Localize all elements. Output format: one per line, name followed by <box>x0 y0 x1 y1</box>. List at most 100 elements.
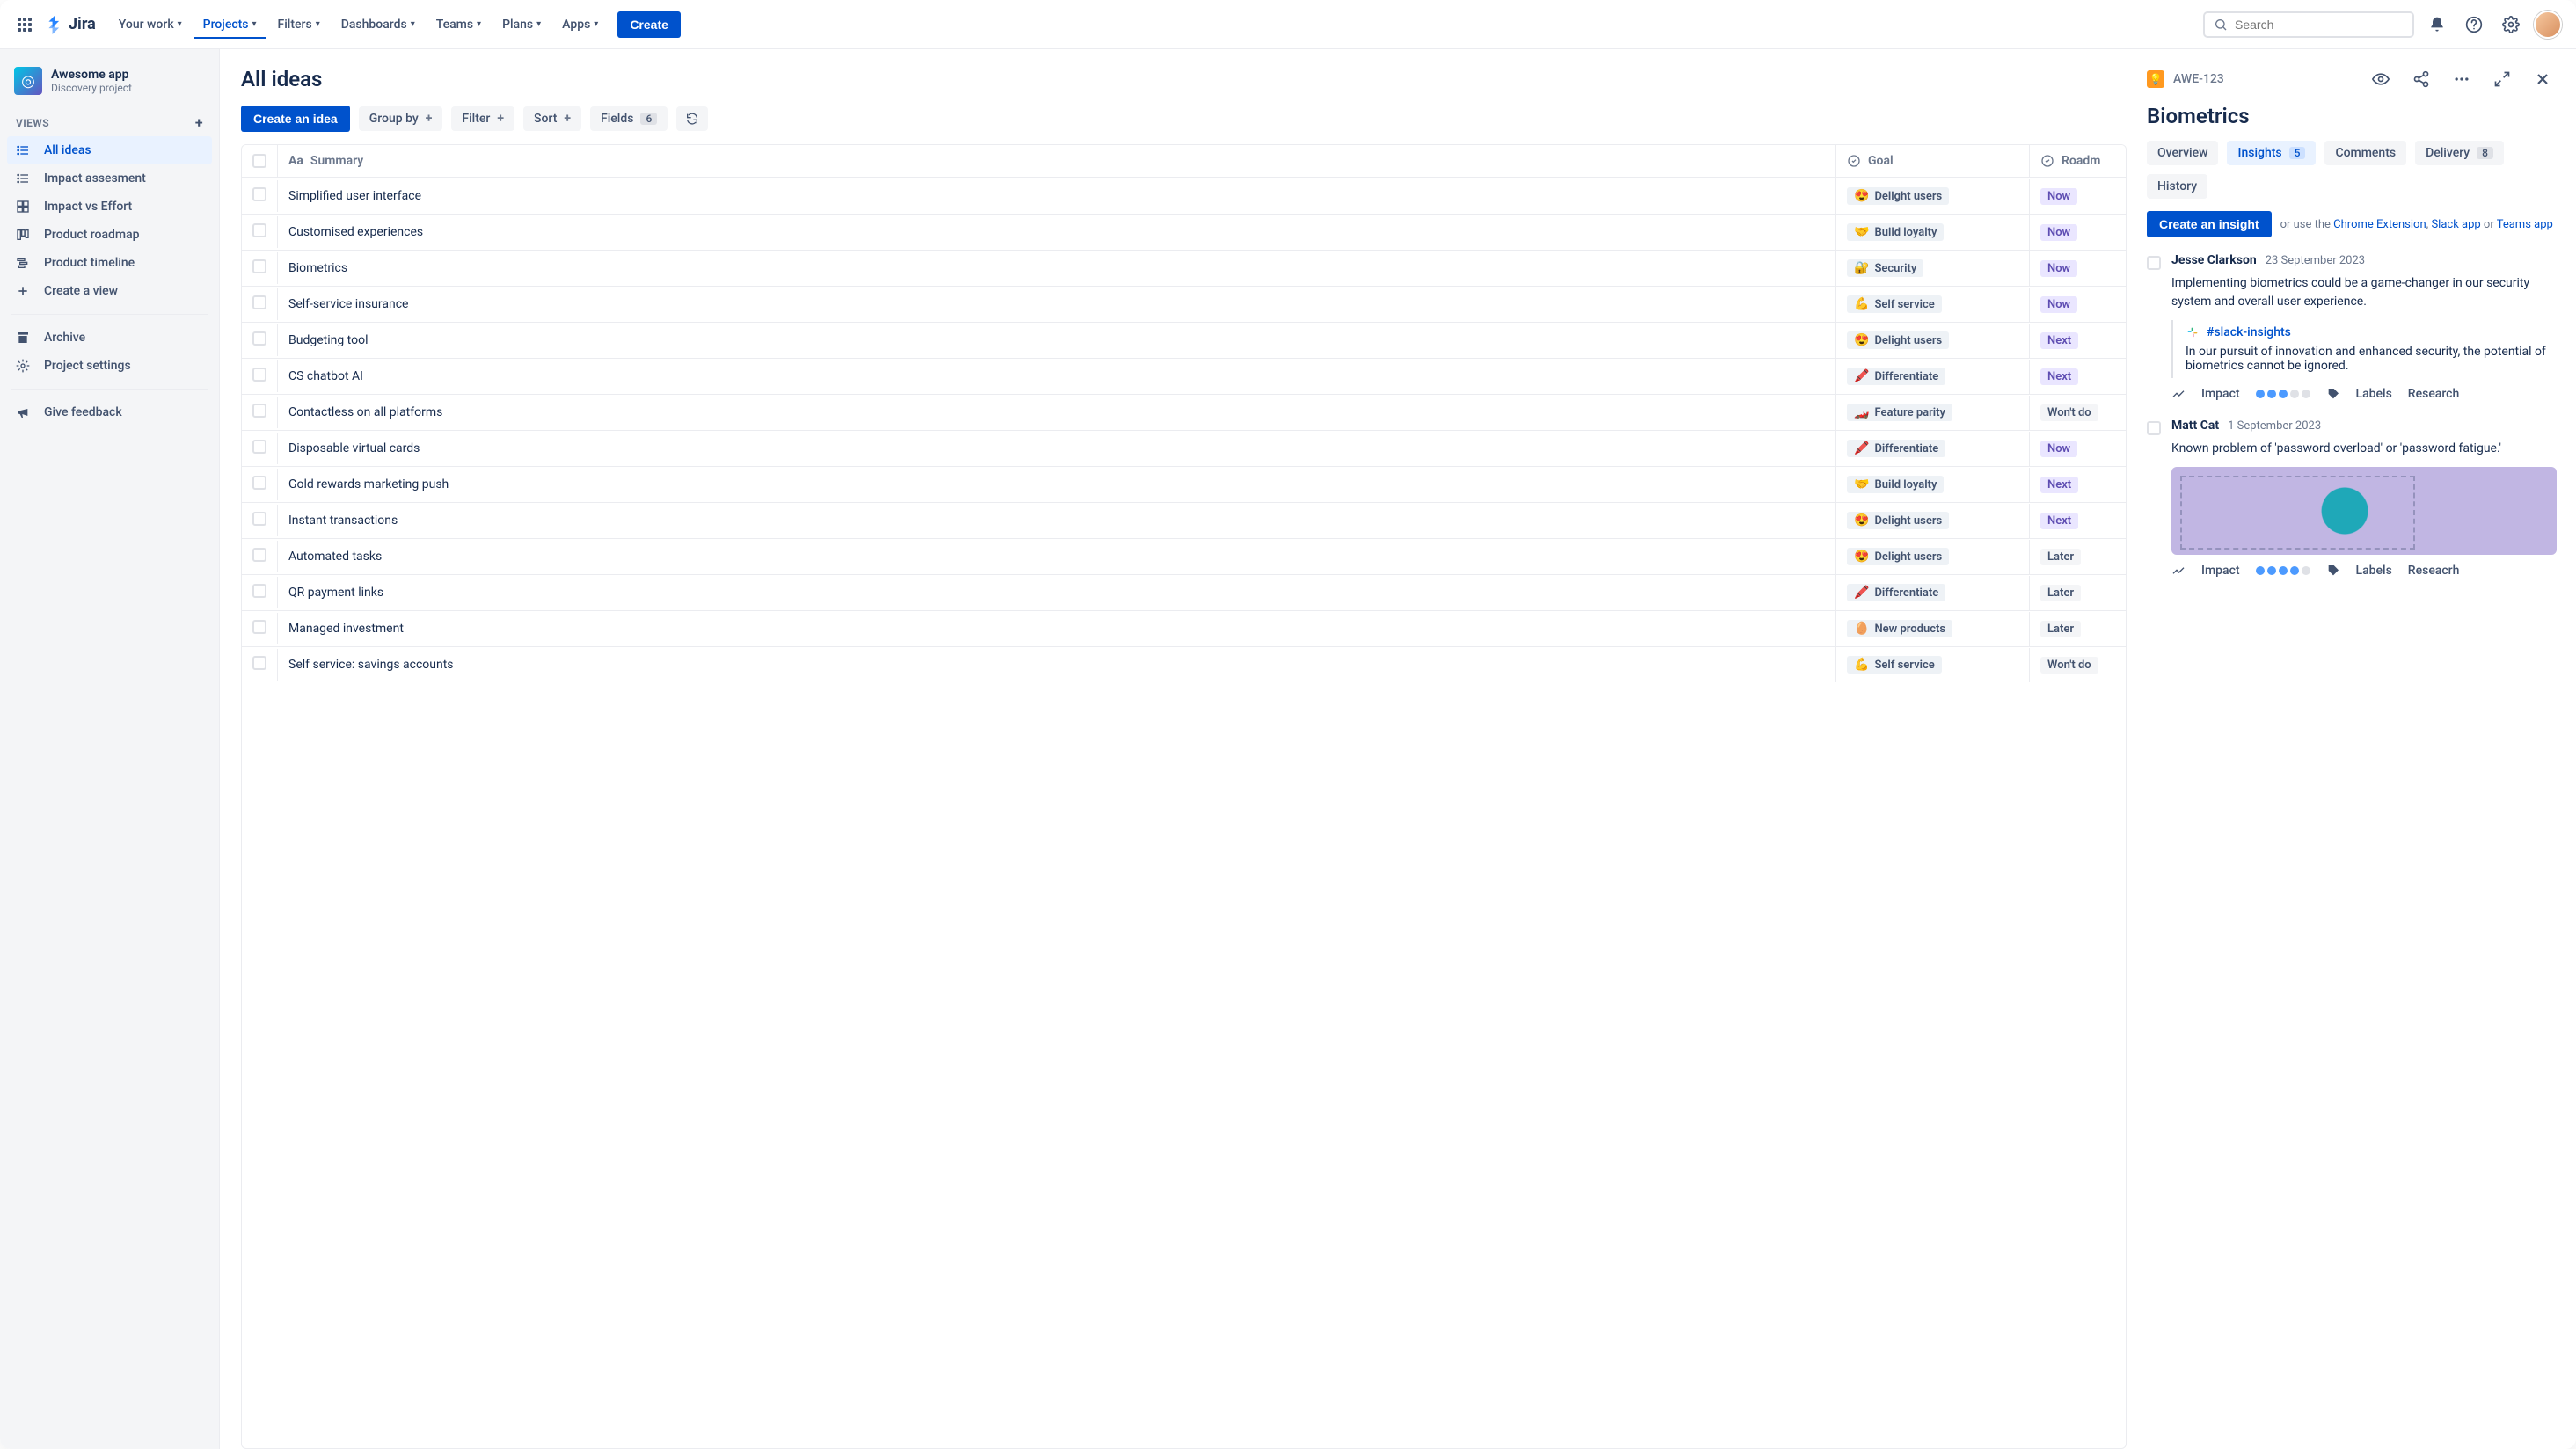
group-by-button[interactable]: Group by+ <box>359 106 443 131</box>
help-icon[interactable] <box>2460 11 2488 39</box>
detail-title[interactable]: Biometrics <box>2147 104 2557 128</box>
sort-button[interactable]: Sort+ <box>523 106 581 131</box>
slack-app-link[interactable]: Slack app <box>2431 218 2480 231</box>
row-checkbox[interactable] <box>252 223 266 237</box>
row-checkbox[interactable] <box>252 584 266 598</box>
table-row[interactable]: QR payment links🖍️DifferentiateLater <box>242 574 2126 610</box>
table-row[interactable]: Self-service insurance💪Self serviceNow <box>242 286 2126 322</box>
settings-icon[interactable] <box>2497 11 2525 39</box>
table-row[interactable]: Contactless on all platforms🏎️Feature pa… <box>242 394 2126 430</box>
table-row[interactable]: Instant transactions😍Delight usersNext <box>242 502 2126 538</box>
insight-checkbox[interactable] <box>2147 256 2161 270</box>
table-row[interactable]: CS chatbot AI🖍️DifferentiateNext <box>242 358 2126 394</box>
row-checkbox[interactable] <box>252 187 266 201</box>
project-header[interactable]: ◎ Awesome app Discovery project <box>7 63 212 109</box>
row-checkbox[interactable] <box>252 331 266 346</box>
fields-button[interactable]: Fields6 <box>590 106 668 131</box>
row-checkbox[interactable] <box>252 440 266 454</box>
search-input[interactable] <box>2235 18 2404 32</box>
sidebar-archive[interactable]: Archive <box>7 324 212 352</box>
more-icon[interactable] <box>2448 65 2476 93</box>
cell-goal: 😍Delight users <box>1835 503 2029 538</box>
search-box[interactable] <box>2203 11 2414 38</box>
table-row[interactable]: Customised experiences🤝Build loyaltyNow <box>242 214 2126 250</box>
filter-button[interactable]: Filter+ <box>451 106 514 131</box>
tab-overview[interactable]: Overview <box>2147 141 2218 165</box>
tab-delivery[interactable]: Delivery8 <box>2415 141 2504 165</box>
insight-checkbox[interactable] <box>2147 421 2161 435</box>
cell-goal: 💪Self service <box>1835 647 2029 682</box>
row-checkbox[interactable] <box>252 404 266 418</box>
insight-author: Jesse Clarkson <box>2171 253 2257 267</box>
table-row[interactable]: Self service: savings accounts💪Self serv… <box>242 646 2126 682</box>
table-row[interactable]: Simplified user interface😍Delight usersN… <box>242 178 2126 214</box>
nav-filters[interactable]: Filters▾ <box>269 12 329 37</box>
sidebar-view-product-roadmap[interactable]: Product roadmap <box>7 221 212 249</box>
slack-channel-link[interactable]: #slack-insights <box>2186 325 2557 339</box>
sidebar-project-settings[interactable]: Project settings <box>7 352 212 380</box>
sidebar-view-impact-vs-effort[interactable]: Impact vs Effort <box>7 193 212 221</box>
nav-apps[interactable]: Apps▾ <box>553 12 607 37</box>
expand-icon[interactable] <box>2488 65 2516 93</box>
create-idea-button[interactable]: Create an idea <box>241 106 350 132</box>
sidebar-view-impact-assesment[interactable]: Impact assesment <box>7 164 212 193</box>
row-checkbox[interactable] <box>252 368 266 382</box>
tab-comments[interactable]: Comments <box>2324 141 2406 165</box>
select-all-checkbox[interactable] <box>252 154 266 168</box>
row-checkbox[interactable] <box>252 512 266 526</box>
cell-roadmap: Later <box>2029 540 2126 574</box>
chrome-extension-link[interactable]: Chrome Extension <box>2333 218 2426 231</box>
roadmap-icon <box>2040 154 2054 168</box>
sidebar-view-all-ideas[interactable]: All ideas <box>7 136 212 164</box>
jira-logo[interactable]: Jira <box>46 15 96 34</box>
table-row[interactable]: Managed investment🥚New productsLater <box>242 610 2126 646</box>
teams-app-link[interactable]: Teams app <box>2497 218 2553 231</box>
row-checkbox[interactable] <box>252 548 266 562</box>
sidebar-view-product-timeline[interactable]: Product timeline <box>7 249 212 277</box>
project-subtitle: Discovery project <box>51 82 132 94</box>
table-row[interactable]: Disposable virtual cards🖍️DifferentiateN… <box>242 430 2126 466</box>
tab-insights[interactable]: Insights5 <box>2227 141 2316 165</box>
autosave-icon[interactable] <box>676 106 708 131</box>
column-summary[interactable]: Aa Summary <box>277 145 1835 177</box>
close-icon[interactable] <box>2529 65 2557 93</box>
insight-help-text: or use the Chrome Extension, Slack app o… <box>2280 218 2553 231</box>
tab-history[interactable]: History <box>2147 174 2207 199</box>
create-button[interactable]: Create <box>617 11 681 38</box>
megaphone-icon <box>16 405 33 419</box>
table-row[interactable]: Biometrics🔐SecurityNow <box>242 250 2126 286</box>
search-icon <box>2214 18 2228 32</box>
row-checkbox[interactable] <box>252 295 266 309</box>
column-goal[interactable]: Goal <box>1835 145 2029 177</box>
cell-goal: 🖍️Differentiate <box>1835 359 2029 394</box>
nav-projects[interactable]: Projects▾ <box>194 12 266 37</box>
nav-dashboards[interactable]: Dashboards▾ <box>332 12 424 37</box>
user-avatar[interactable] <box>2534 11 2562 39</box>
row-checkbox[interactable] <box>252 620 266 634</box>
nav-your-work[interactable]: Your work▾ <box>110 12 191 37</box>
table-row[interactable]: Gold rewards marketing push🤝Build loyalt… <box>242 466 2126 502</box>
row-checkbox[interactable] <box>252 259 266 273</box>
sidebar-view-create-a-view[interactable]: Create a view <box>7 277 212 305</box>
insight-image[interactable] <box>2171 467 2557 555</box>
row-checkbox[interactable] <box>252 476 266 490</box>
column-roadmap[interactable]: Roadm <box>2029 145 2126 177</box>
detail-panel: 💡 AWE-123 Biometrics OverviewInsights5Co… <box>2127 49 2576 1449</box>
research-label: Research <box>2408 387 2459 401</box>
nav-teams[interactable]: Teams▾ <box>427 12 490 37</box>
idea-key[interactable]: AWE-123 <box>2173 72 2224 86</box>
cell-roadmap: Next <box>2029 360 2126 394</box>
table-row[interactable]: Budgeting tool😍Delight usersNext <box>242 322 2126 358</box>
watch-icon[interactable] <box>2367 65 2395 93</box>
create-insight-button[interactable]: Create an insight <box>2147 211 2272 237</box>
app-switcher-icon[interactable] <box>14 14 35 35</box>
sidebar-give-feedback[interactable]: Give feedback <box>7 398 212 426</box>
nav-plans[interactable]: Plans▾ <box>493 12 550 37</box>
share-icon[interactable] <box>2407 65 2435 93</box>
notifications-icon[interactable] <box>2423 11 2451 39</box>
add-view-icon[interactable]: + <box>195 114 203 131</box>
table-row[interactable]: Automated tasks😍Delight usersLater <box>242 538 2126 574</box>
cell-goal: 😍Delight users <box>1835 323 2029 358</box>
row-checkbox[interactable] <box>252 656 266 670</box>
insight-date: 1 September 2023 <box>2228 419 2321 433</box>
